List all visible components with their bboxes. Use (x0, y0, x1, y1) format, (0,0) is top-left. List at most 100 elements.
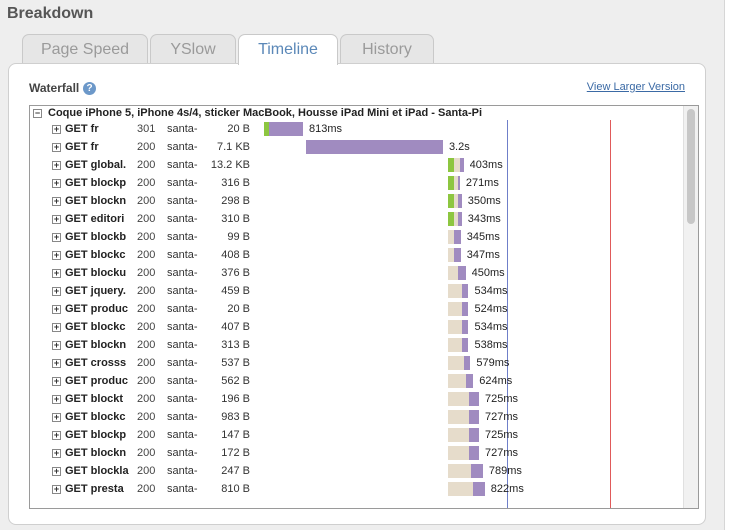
table-row[interactable]: + GET blockb 200 santa- 99 B 345ms (30, 228, 682, 246)
timing-bar-receive (473, 482, 485, 496)
tab-yslow[interactable]: YSlow (150, 34, 236, 63)
timing-bar-wait (448, 410, 470, 424)
request-domain: santa- (167, 321, 198, 333)
request-time: 3.2s (448, 141, 470, 153)
expand-icon[interactable]: + (52, 449, 61, 458)
request-status: 200 (137, 141, 156, 153)
request-size: 20 B (227, 303, 250, 315)
expand-icon[interactable]: + (52, 359, 61, 368)
vertical-scrollbar[interactable] (683, 106, 698, 508)
request-domain: santa- (167, 177, 198, 189)
table-row[interactable]: + GET blockn 200 santa- 298 B 350ms (30, 192, 682, 210)
request-status: 200 (137, 303, 156, 315)
timing-bar-wait (448, 392, 470, 406)
table-row[interactable]: + GET produc 200 santa- 20 B 524ms (30, 300, 682, 318)
scrollbar-thumb[interactable] (687, 109, 695, 224)
expand-icon[interactable]: + (52, 179, 61, 188)
request-method: GET produc (65, 303, 128, 315)
request-method: GET editori (65, 213, 125, 225)
request-method: GET blockn (65, 339, 127, 351)
table-row[interactable]: + GET editori 200 santa- 310 B 343ms (30, 210, 682, 228)
help-icon[interactable]: ? (83, 82, 96, 95)
expand-icon[interactable]: + (52, 215, 61, 224)
request-status: 200 (137, 195, 156, 207)
timing-bar-wait (448, 320, 462, 334)
request-time: 727ms (485, 411, 519, 423)
request-size: 172 B (221, 447, 250, 459)
expand-icon[interactable]: + (52, 485, 61, 494)
request-size: 983 B (221, 411, 250, 423)
table-row[interactable]: + GET fr 301 santa- 20 B 813ms (30, 120, 682, 138)
table-row[interactable]: + GET fr 200 santa- 7.1 KB 3.2s (30, 138, 682, 156)
request-status: 200 (137, 393, 156, 405)
request-time: 624ms (479, 375, 513, 387)
table-row[interactable]: + GET blockc 200 santa- 408 B 347ms (30, 246, 682, 264)
request-domain: santa- (167, 447, 198, 459)
request-time: 534ms (474, 321, 508, 333)
expand-icon[interactable]: + (52, 377, 61, 386)
table-row[interactable]: + GET blockc 200 santa- 983 B 727ms (30, 408, 682, 426)
table-row[interactable]: + GET blockt 200 santa- 196 B 725ms (30, 390, 682, 408)
request-status: 200 (137, 321, 156, 333)
request-status: 200 (137, 411, 156, 423)
table-row[interactable]: + GET blockla 200 santa- 247 B 789ms (30, 462, 682, 480)
view-larger-version-link[interactable]: View Larger Version (587, 81, 685, 93)
table-row[interactable]: + GET jquery. 200 santa- 459 B 534ms (30, 282, 682, 300)
table-row[interactable]: + GET blockc 200 santa- 407 B 534ms (30, 318, 682, 336)
request-domain: santa- (167, 141, 198, 153)
request-size: 407 B (221, 321, 250, 333)
table-row[interactable]: + GET blockn 200 santa- 172 B 727ms (30, 444, 682, 462)
request-status: 200 (137, 339, 156, 351)
page-title: Coque iPhone 5, iPhone 4s/4, sticker Mac… (48, 107, 482, 119)
expand-icon[interactable]: + (52, 395, 61, 404)
request-status: 200 (137, 177, 156, 189)
table-row[interactable]: + GET global. 200 santa- 13.2 KB 403ms (30, 156, 682, 174)
expand-icon[interactable]: + (52, 197, 61, 206)
table-row[interactable]: + GET presta 200 santa- 810 B 822ms (30, 480, 682, 498)
request-size: 316 B (221, 177, 250, 189)
expand-icon[interactable]: + (52, 125, 61, 134)
request-status: 200 (137, 447, 156, 459)
tab-history[interactable]: History (340, 34, 434, 63)
timing-bar-receive (454, 248, 461, 262)
collapse-icon[interactable]: − (33, 109, 42, 118)
request-time: 450ms (471, 267, 505, 279)
table-row[interactable]: + GET produc 200 santa- 562 B 624ms (30, 372, 682, 390)
tab-page-speed[interactable]: Page Speed (22, 34, 148, 63)
table-row[interactable]: + GET crosss 200 santa- 537 B 579ms (30, 354, 682, 372)
expand-icon[interactable]: + (52, 431, 61, 440)
expand-icon[interactable]: + (52, 287, 61, 296)
request-method: GET blockp (65, 177, 127, 189)
table-row[interactable]: + GET blockp 200 santa- 316 B 271ms (30, 174, 682, 192)
tab-timeline[interactable]: Timeline (238, 34, 338, 65)
expand-icon[interactable]: + (52, 323, 61, 332)
table-row[interactable]: + GET blocku 200 santa- 376 B 450ms (30, 264, 682, 282)
table-row[interactable]: + GET blockn 200 santa- 313 B 538ms (30, 336, 682, 354)
expand-icon[interactable]: + (52, 143, 61, 152)
timing-bar-receive (461, 284, 469, 298)
expand-icon[interactable]: + (52, 305, 61, 314)
expand-icon[interactable]: + (52, 467, 61, 476)
request-time: 524ms (474, 303, 508, 315)
request-domain: santa- (167, 375, 198, 387)
expand-icon[interactable]: + (52, 251, 61, 260)
request-size: 147 B (221, 429, 250, 441)
request-status: 200 (137, 231, 156, 243)
request-method: GET blockn (65, 195, 127, 207)
expand-icon[interactable]: + (52, 269, 61, 278)
table-row[interactable]: + GET blockp 200 santa- 147 B 725ms (30, 426, 682, 444)
timing-bar-receive (469, 392, 480, 406)
request-size: 13.2 KB (210, 159, 250, 171)
request-time: 271ms (465, 177, 499, 189)
request-method: GET presta (65, 483, 124, 495)
timing-bar-wait (448, 446, 470, 460)
request-time: 350ms (467, 195, 501, 207)
request-size: 459 B (221, 285, 250, 297)
expand-icon[interactable]: + (52, 233, 61, 242)
timing-bar-receive (461, 320, 469, 334)
request-status: 301 (137, 123, 156, 135)
expand-icon[interactable]: + (52, 161, 61, 170)
timing-bar-wait (448, 374, 466, 388)
expand-icon[interactable]: + (52, 341, 61, 350)
expand-icon[interactable]: + (52, 413, 61, 422)
